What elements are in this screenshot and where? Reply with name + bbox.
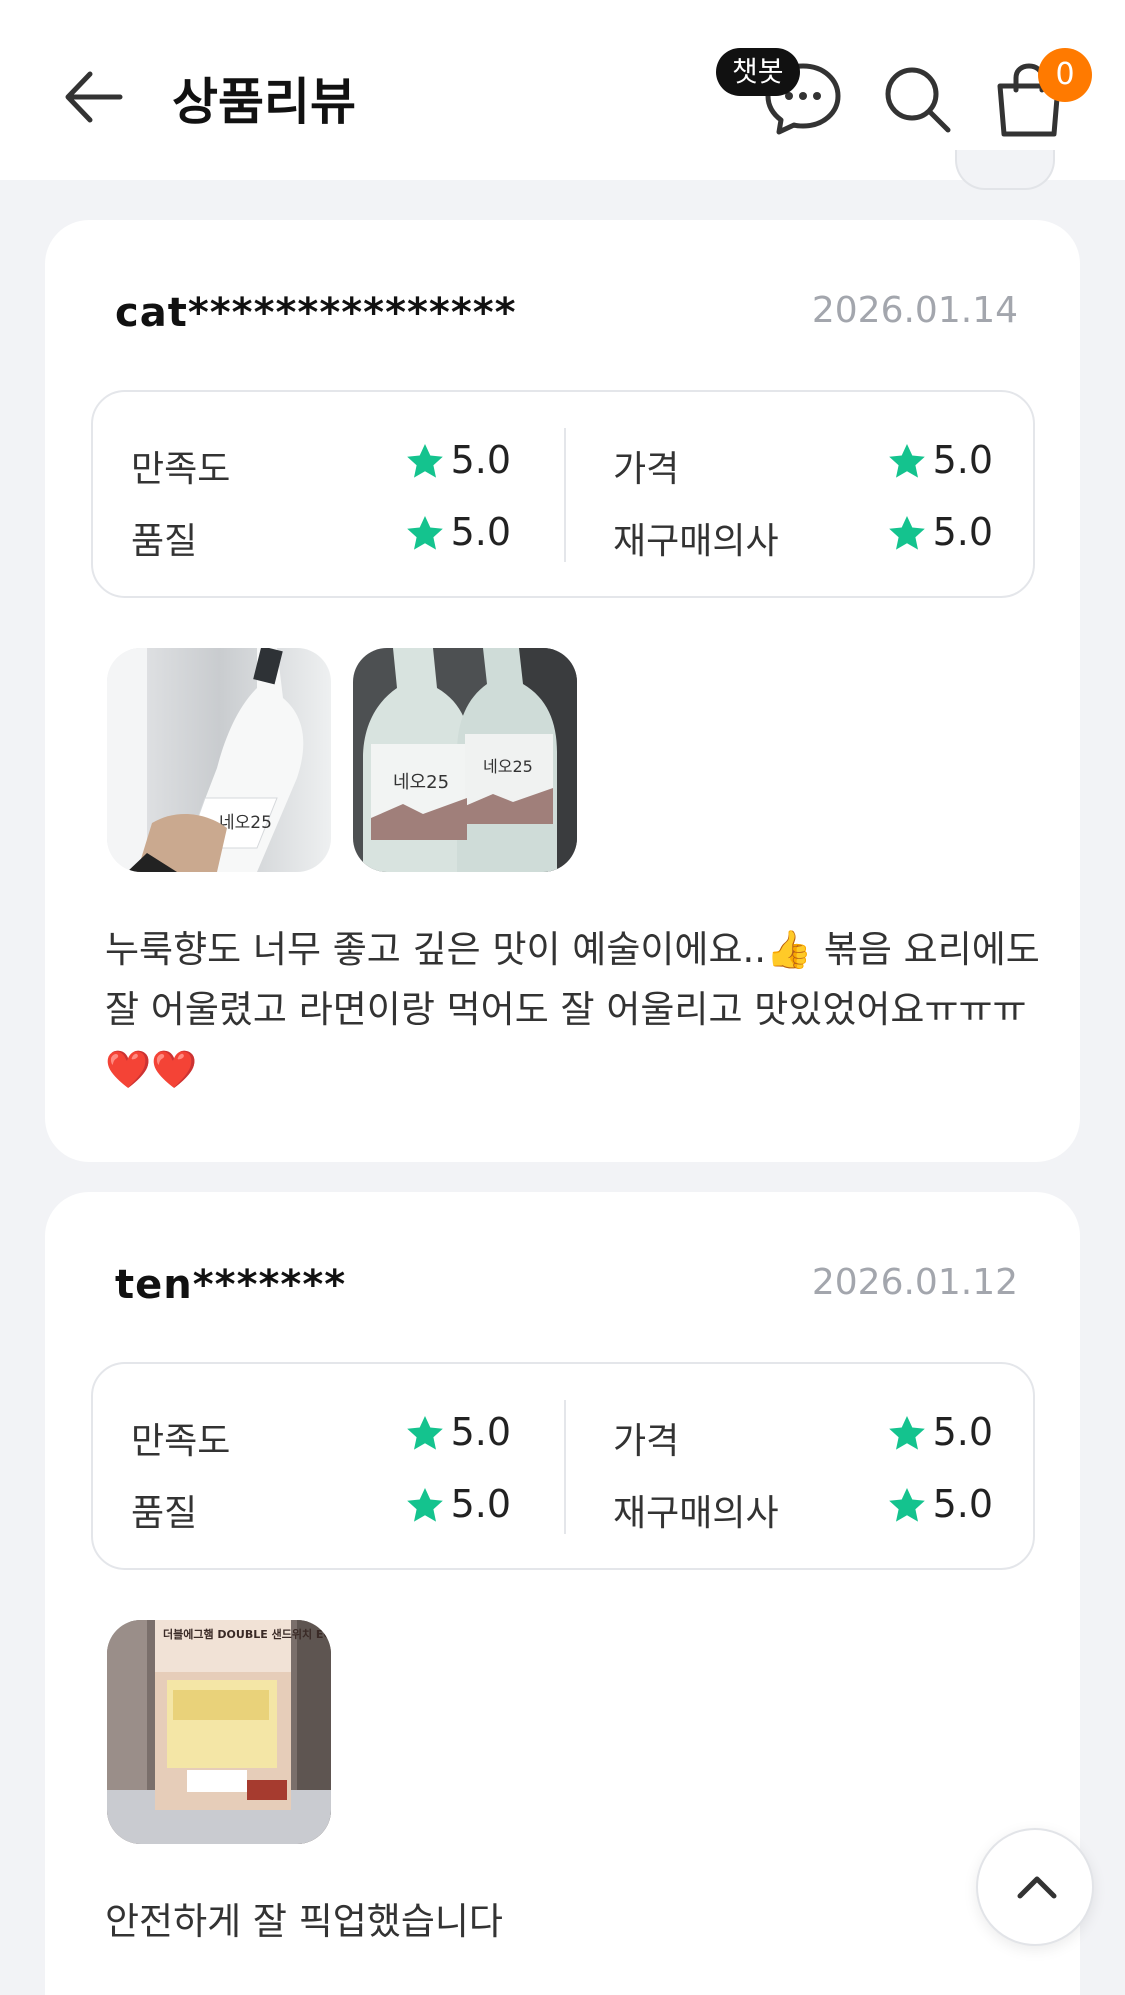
photo-label: 네오25 bbox=[393, 772, 449, 793]
rating-label: 만족도 bbox=[131, 449, 231, 490]
rating-label: 가격 bbox=[613, 1421, 680, 1462]
rating-value: 5.0 bbox=[932, 1410, 993, 1454]
review-photo[interactable]: 네오25 네오25 bbox=[353, 648, 577, 872]
rating-satisfaction: 만족도 5.0 bbox=[131, 1406, 511, 1462]
sort-tab-edge bbox=[955, 150, 1055, 190]
star-icon bbox=[889, 1416, 925, 1450]
rating-value: 5.0 bbox=[450, 1410, 511, 1454]
review-date: 2026.01.14 bbox=[811, 290, 1018, 331]
rating-label: 만족도 bbox=[131, 1421, 231, 1462]
back-arrow-icon[interactable] bbox=[60, 60, 134, 134]
page-title: 상품리뷰 bbox=[172, 73, 356, 131]
scroll-top-button[interactable] bbox=[976, 1828, 1094, 1946]
rating-summary: 만족도 5.0 품질 5.0 가격 5.0 재구매의사 5.0 bbox=[91, 390, 1035, 598]
review-card: cat*************** 2026.01.14 만족도 5.0 품질… bbox=[45, 220, 1080, 1162]
rating-value: 5.0 bbox=[932, 438, 993, 482]
rating-label: 품질 bbox=[131, 521, 198, 562]
star-icon bbox=[889, 444, 925, 478]
star-icon bbox=[407, 1416, 443, 1450]
rating-value: 5.0 bbox=[932, 510, 993, 554]
review-text: 안전하게 잘 픽업했습니다 bbox=[105, 1900, 503, 1943]
review-text: 누룩향도 너무 좋고 깊은 맛이 예술이에요..👍 볶음 요리에도 잘 어울렸고… bbox=[105, 928, 1040, 1091]
star-icon bbox=[889, 516, 925, 550]
rating-divider bbox=[564, 428, 566, 562]
rating-value: 5.0 bbox=[932, 1482, 993, 1526]
rating-label: 재구매의사 bbox=[613, 1493, 779, 1534]
rating-label: 품질 bbox=[131, 1493, 198, 1534]
chevron-up-icon bbox=[1017, 1876, 1057, 1899]
photo-label: 네오25 bbox=[483, 757, 533, 776]
rating-price: 가격 5.0 bbox=[613, 1406, 993, 1462]
rating-label: 재구매의사 bbox=[613, 521, 779, 562]
rating-price: 가격 5.0 bbox=[613, 434, 993, 490]
review-photo[interactable]: 더블에그햄 DOUBLE 샌드위치 EGG & HAM bbox=[107, 1620, 331, 1844]
cart-count-badge: 0 bbox=[1038, 48, 1092, 102]
rating-repurchase: 재구매의사 5.0 bbox=[613, 1478, 993, 1534]
rating-summary: 만족도 5.0 품질 5.0 가격 5.0 재구매의사 5.0 bbox=[91, 1362, 1035, 1570]
rating-quality: 품질 5.0 bbox=[131, 506, 511, 562]
reviewer-name: ten******* bbox=[115, 1262, 347, 1308]
chatbot-badge[interactable]: 챗봇 bbox=[716, 48, 800, 96]
rating-label: 가격 bbox=[613, 449, 680, 490]
search-icon[interactable] bbox=[880, 62, 954, 136]
reviewer-name: cat*************** bbox=[115, 290, 517, 336]
star-icon bbox=[889, 1488, 925, 1522]
rating-repurchase: 재구매의사 5.0 bbox=[613, 506, 993, 562]
photo-label: 더블에그햄 DOUBLE 샌드위치 EGG & HAM bbox=[163, 1627, 331, 1641]
rating-satisfaction: 만족도 5.0 bbox=[131, 434, 511, 490]
rating-value: 5.0 bbox=[450, 510, 511, 554]
rating-divider bbox=[564, 1400, 566, 1534]
review-photo[interactable]: 네오25 bbox=[107, 648, 331, 872]
rating-value: 5.0 bbox=[450, 438, 511, 482]
photo-label: 네오25 bbox=[219, 813, 272, 833]
rating-value: 5.0 bbox=[450, 1482, 511, 1526]
star-icon bbox=[407, 1488, 443, 1522]
star-icon bbox=[407, 516, 443, 550]
review-card: ten******* 2026.01.12 만족도 5.0 품질 5.0 가격 … bbox=[45, 1192, 1080, 1995]
rating-quality: 품질 5.0 bbox=[131, 1478, 511, 1534]
star-icon bbox=[407, 444, 443, 478]
review-date: 2026.01.12 bbox=[811, 1262, 1018, 1303]
